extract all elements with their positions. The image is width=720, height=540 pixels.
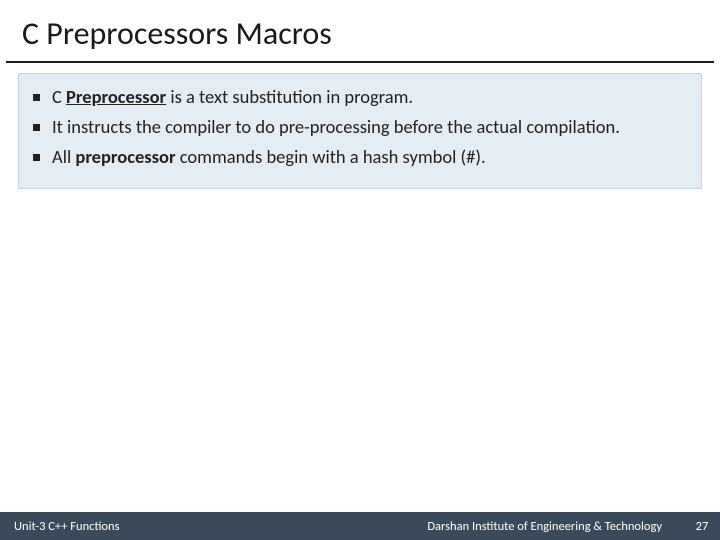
text-prefix: All bbox=[52, 145, 75, 168]
page-number: 27 bbox=[684, 519, 720, 534]
footer-center: Darshan Institute of Engineering & Techn… bbox=[119, 519, 684, 534]
list-item: It instructs the compiler to do pre-proc… bbox=[33, 114, 687, 140]
bullet-text: C Preprocessor is a text substitution in… bbox=[52, 84, 687, 110]
title-underline bbox=[6, 61, 714, 63]
content-panel: C Preprocessor is a text substitution in… bbox=[18, 73, 702, 189]
list-item: All preprocessor commands begin with a h… bbox=[33, 144, 687, 170]
text-suffix: is a text substitution in program. bbox=[166, 85, 413, 108]
bullet-text: It instructs the compiler to do pre-proc… bbox=[52, 114, 687, 140]
text-suffix: commands begin with a hash symbol (#). bbox=[176, 145, 486, 168]
footer-left: Unit-3 C++ Functions bbox=[0, 519, 119, 534]
square-bullet-icon bbox=[33, 124, 40, 131]
text-prefix: C bbox=[52, 85, 66, 108]
text-emphasis: Preprocessor bbox=[66, 85, 166, 108]
square-bullet-icon bbox=[33, 94, 40, 101]
footer-bar: Unit-3 C++ Functions Darshan Institute o… bbox=[0, 512, 720, 540]
square-bullet-icon bbox=[33, 154, 40, 161]
text-prefix: It instructs the compiler to do pre-proc… bbox=[52, 115, 620, 138]
bullet-list: C Preprocessor is a text substitution in… bbox=[33, 84, 687, 170]
slide-title: C Preprocessors Macros bbox=[22, 14, 698, 53]
bullet-text: All preprocessor commands begin with a h… bbox=[52, 144, 687, 170]
list-item: C Preprocessor is a text substitution in… bbox=[33, 84, 687, 110]
text-emphasis: preprocessor bbox=[75, 145, 175, 168]
